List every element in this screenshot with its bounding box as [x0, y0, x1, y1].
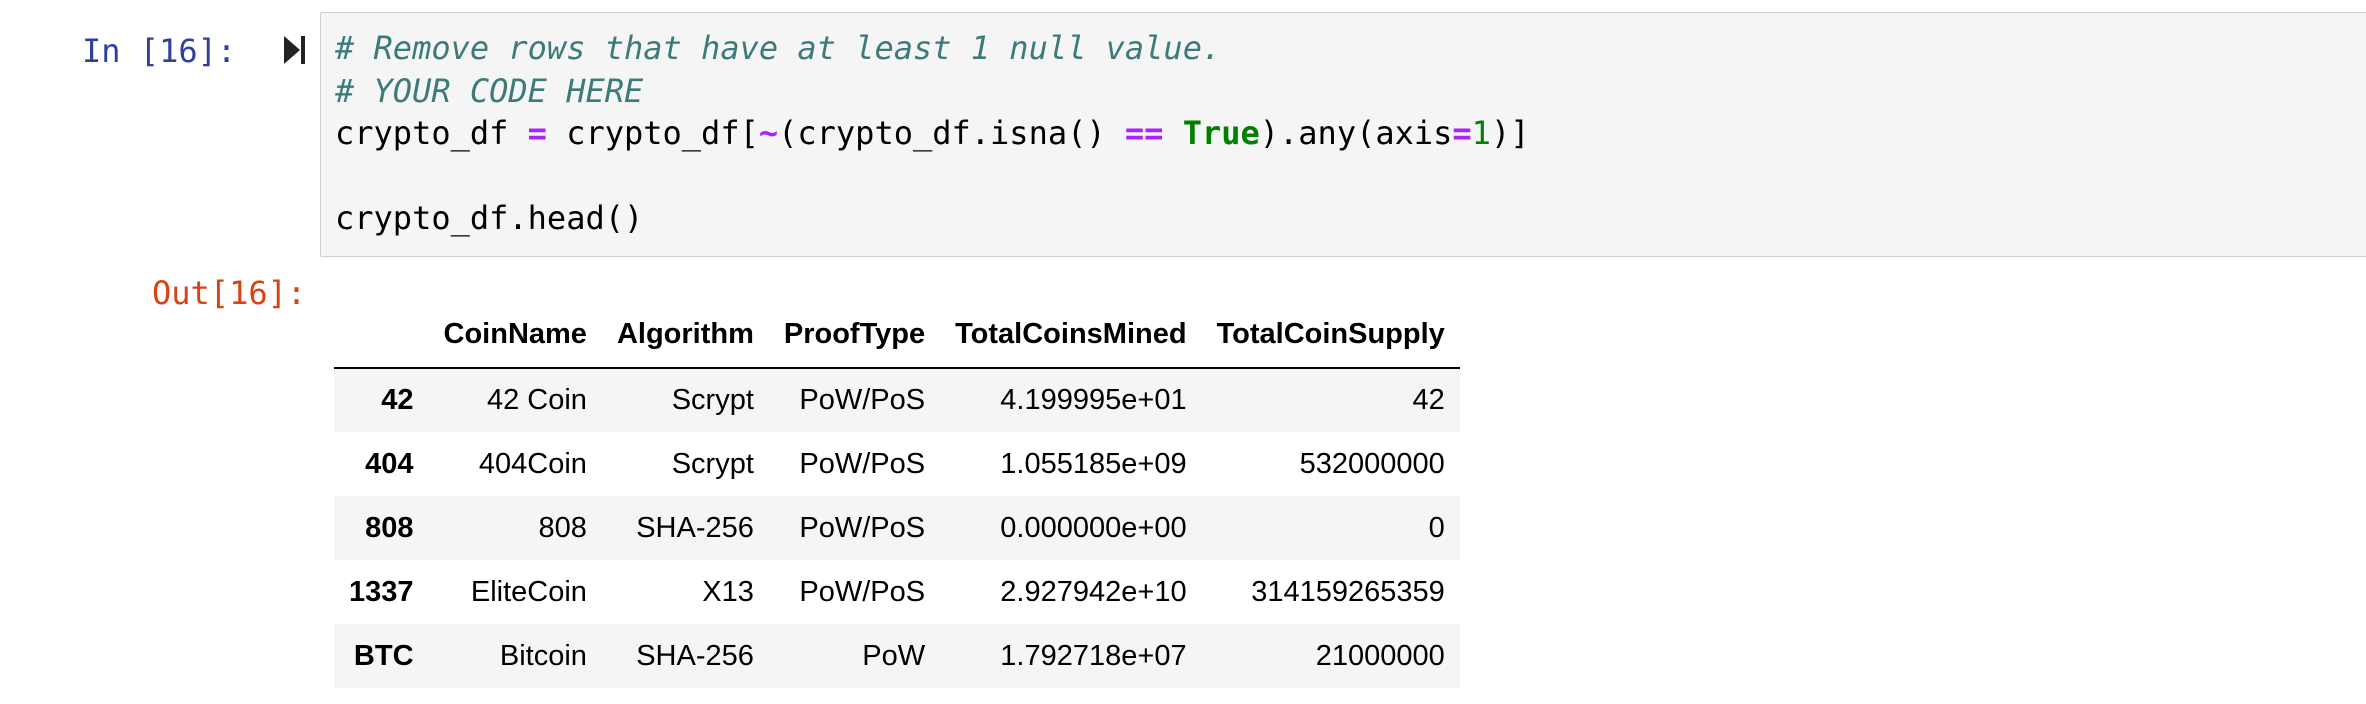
table-row: 42 42 Coin Scrypt PoW/PoS 4.199995e+01 4… — [334, 368, 1460, 432]
table-row: 808 808 SHA-256 PoW/PoS 0.000000e+00 0 — [334, 496, 1460, 560]
code-number: 1 — [1471, 114, 1491, 152]
code-token: (crypto_df.isna() — [778, 114, 1125, 152]
code-text[interactable]: # Remove rows that have at least 1 null … — [335, 27, 1529, 240]
table-cell: 808 — [538, 511, 587, 544]
table-row: 1337 EliteCoin X13 PoW/PoS 2.927942e+10 … — [334, 560, 1460, 624]
table-row: BTC Bitcoin SHA-256 PoW 1.792718e+07 210… — [334, 624, 1460, 688]
table-cell: SHA-256 — [636, 639, 754, 672]
dataframe-table: CoinName Algorithm ProofType TotalCoinsM… — [334, 302, 1460, 688]
table-cell: PoW/PoS — [799, 575, 926, 608]
code-keyword: True — [1182, 114, 1260, 152]
run-cell-icon[interactable] — [282, 34, 308, 66]
code-operator: ~ — [758, 114, 779, 152]
table-cell: Bitcoin — [499, 639, 587, 672]
table-cell: SHA-256 — [636, 511, 754, 544]
table-cell: PoW/PoS — [799, 511, 926, 544]
input-prompt: In [16]: — [82, 32, 237, 70]
table-cell: 532000000 — [1299, 447, 1445, 480]
table-row: 404 404Coin Scrypt PoW/PoS 1.055185e+09 … — [334, 432, 1460, 496]
code-token: crypto_df — [335, 114, 528, 152]
index-header — [334, 302, 429, 369]
code-operator: = — [1452, 114, 1472, 152]
table-cell: 1.055185e+09 — [1000, 447, 1187, 480]
table-cell: 404Coin — [478, 447, 587, 480]
code-token: crypto_df[ — [546, 114, 759, 152]
table-cell: 0.000000e+00 — [1000, 511, 1187, 544]
table-cell: PoW/PoS — [799, 384, 926, 416]
table-cell: 1.792718e+07 — [1000, 639, 1187, 672]
code-operator: == — [1124, 114, 1164, 152]
row-index: 808 — [365, 511, 414, 544]
table-cell: 21000000 — [1315, 639, 1445, 672]
column-header-algorithm: Algorithm — [601, 302, 769, 369]
code-token: )] — [1490, 114, 1530, 152]
code-operator: = — [527, 114, 547, 152]
output-prompt: Out[16]: — [152, 274, 307, 312]
table-cell: 42 Coin — [486, 384, 587, 416]
table-cell: PoW/PoS — [799, 447, 926, 480]
table-cell: 42 — [1412, 384, 1445, 416]
code-line: crypto_df.head() — [335, 199, 644, 237]
row-index: BTC — [353, 639, 414, 672]
column-header-totalcoinsupply: TotalCoinSupply — [1201, 302, 1460, 369]
row-index: 42 — [381, 384, 414, 416]
row-index: 1337 — [349, 575, 414, 608]
table-cell: X13 — [702, 575, 754, 608]
code-cell-editor[interactable]: # Remove rows that have at least 1 null … — [320, 12, 2366, 257]
column-header-totalcoinsmined: TotalCoinsMined — [940, 302, 1202, 369]
table-cell: 4.199995e+01 — [1000, 384, 1187, 416]
header-row: CoinName Algorithm ProofType TotalCoinsM… — [334, 302, 1460, 369]
table-cell: EliteCoin — [470, 575, 587, 608]
code-token: ).any(axis — [1259, 114, 1453, 152]
table-cell: 0 — [1428, 511, 1445, 544]
table-body: 42 42 Coin Scrypt PoW/PoS 4.199995e+01 4… — [334, 368, 1460, 688]
table-cell: Scrypt — [671, 447, 754, 480]
code-comment-line: # Remove rows that have at least 1 null … — [335, 29, 1222, 67]
table-header: CoinName Algorithm ProofType TotalCoinsM… — [334, 302, 1460, 369]
table-cell: PoW — [862, 639, 926, 672]
column-header-prooftype: ProofType — [768, 302, 941, 369]
table-cell: Scrypt — [671, 384, 754, 416]
table-cell: 314159265359 — [1251, 575, 1445, 608]
table-cell: 2.927942e+10 — [1000, 575, 1187, 608]
row-index: 404 — [365, 447, 414, 480]
code-comment-line: # YOUR CODE HERE — [335, 71, 644, 110]
column-header-coinname: CoinName — [428, 302, 602, 369]
